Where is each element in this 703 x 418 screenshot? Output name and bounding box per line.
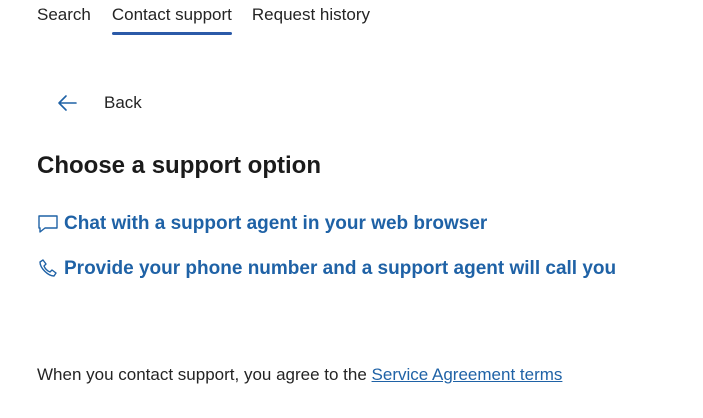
back-button[interactable]: Back (55, 90, 142, 116)
chat-option-label: Chat with a support agent in your web br… (64, 213, 488, 234)
agreement-text: When you contact support, you agree to t… (37, 365, 372, 384)
arrow-left-icon (55, 91, 79, 115)
phone-option-link[interactable]: Provide your phone number and a support … (36, 257, 616, 281)
tab-search[interactable]: Search (37, 0, 91, 36)
chat-option-link[interactable]: Chat with a support agent in your web br… (36, 212, 487, 236)
chat-bubble-icon (36, 212, 60, 236)
tab-contact-support[interactable]: Contact support (111, 0, 232, 36)
page-title: Choose a support option (37, 152, 321, 179)
tab-bar: Search Contact support Request history (37, 0, 370, 40)
tab-request-history[interactable]: Request history (252, 0, 370, 36)
agreement-notice: When you contact support, you agree to t… (37, 365, 562, 385)
service-agreement-link[interactable]: Service Agreement terms (372, 365, 563, 384)
contact-support-page: Search Contact support Request history B… (0, 0, 703, 418)
phone-icon (36, 257, 60, 281)
phone-option-label: Provide your phone number and a support … (64, 258, 617, 279)
back-label: Back (104, 93, 142, 112)
